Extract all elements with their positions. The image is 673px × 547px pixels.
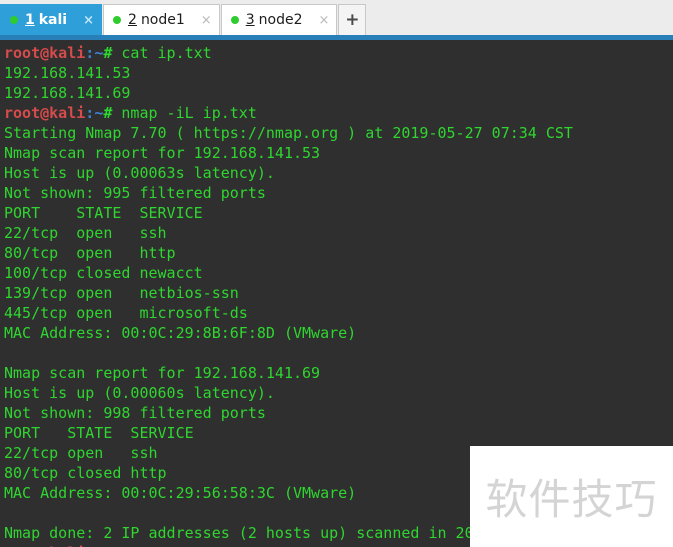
tab-number: 3 [245, 12, 255, 28]
terminal-prompt-line: root@kali:~# nmap -iL ip.txt [4, 103, 673, 123]
terminal-line: 139/tcp open netbios-ssn [4, 284, 239, 302]
terminal-line: MAC Address: 00:0C:29:8B:6F:8D (VMware) [4, 324, 357, 342]
tab-bar: 1 kali × 2 node1 × 3 node2 × + [0, 0, 673, 35]
terminal-line: 80/tcp open http [4, 244, 176, 262]
prompt-colon: : [85, 44, 95, 62]
terminal-line: Nmap scan report for 192.168.141.53 [4, 144, 321, 162]
status-dot-icon [230, 16, 239, 24]
close-icon[interactable]: × [83, 14, 94, 27]
prompt-tilde: ~ [94, 104, 104, 122]
terminal-window: 1 kali × 2 node1 × 3 node2 × + root@kali… [0, 0, 673, 547]
terminal-line: 22/tcp open ssh [4, 224, 167, 242]
prompt-colon: : [85, 104, 95, 122]
terminal-line: Host is up (0.00063s latency). [4, 164, 275, 182]
tab-kali[interactable]: 1 kali × [0, 4, 103, 35]
tab-node1[interactable]: 2 node1 × [103, 4, 220, 35]
watermark-text: 软件技巧 [485, 475, 658, 524]
terminal-line: 192.168.141.69 [4, 84, 131, 102]
terminal-line: 100/tcp closed newacct [4, 264, 203, 282]
terminal-line: Nmap scan report for 192.168.141.69 [4, 364, 321, 382]
terminal-line: Not shown: 995 filtered ports [4, 184, 266, 202]
command-text: nmap -iL ip.txt [112, 104, 257, 122]
prompt-user: root@kali [4, 44, 86, 62]
tab-label: node1 [140, 12, 185, 28]
command-text: cat ip.txt [112, 44, 212, 62]
tab-node2[interactable]: 3 node2 × [220, 4, 338, 35]
tab-number: 1 [25, 12, 35, 28]
tab-bar-filler [366, 4, 673, 35]
new-tab-button[interactable]: + [338, 4, 367, 35]
prompt-user: root@kali [4, 104, 86, 122]
terminal-line: Starting Nmap 7.70 ( https://nmap.org ) … [4, 124, 573, 142]
tab-number: 2 [128, 12, 137, 28]
terminal-line: Host is up (0.00060s latency). [4, 384, 275, 402]
tab-label: kali [38, 12, 68, 28]
terminal-line: PORT STATE SERVICE [4, 424, 194, 442]
prompt-tilde: ~ [94, 44, 104, 62]
close-icon[interactable]: × [201, 14, 212, 27]
terminal-line: 192.168.141.53 [4, 64, 131, 82]
terminal-prompt-line: root@kali:~# cat ip.txt [4, 43, 673, 63]
watermark-overlay: 软件技巧 [470, 446, 673, 547]
tab-label: node2 [258, 12, 303, 28]
close-icon[interactable]: × [318, 14, 329, 27]
terminal-line: PORT STATE SERVICE [4, 204, 203, 222]
terminal-line: 445/tcp open microsoft-ds [4, 304, 248, 322]
status-dot-icon [113, 16, 122, 24]
terminal-line: Not shown: 998 filtered ports [4, 404, 266, 422]
status-dot-icon [10, 16, 18, 24]
